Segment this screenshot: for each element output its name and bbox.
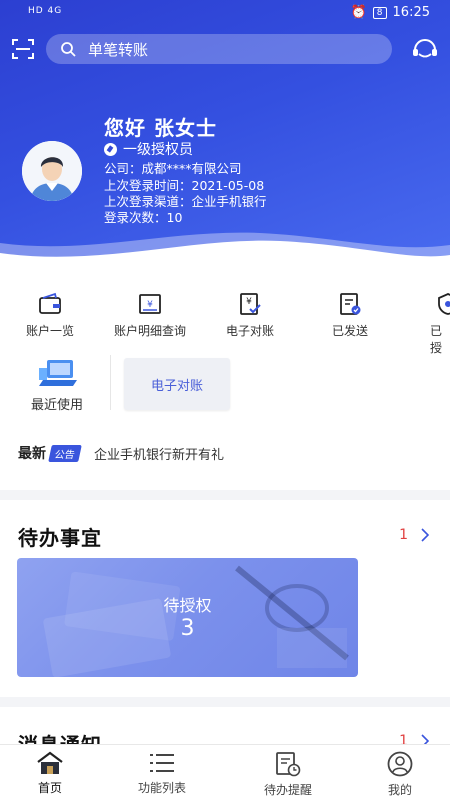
tab-label: 功能列表: [137, 781, 186, 795]
divider: [110, 355, 111, 410]
sent-icon: [340, 293, 361, 315]
svg-text:¥: ¥: [246, 297, 252, 307]
tab-label: 我的: [387, 783, 412, 797]
recent-used-label: 最近使用: [30, 398, 83, 413]
pending-label: 待授权: [163, 596, 212, 615]
tab-home[interactable]: 首页: [0, 751, 106, 796]
status-bar: HD 4G ⏰ 8 16:25: [0, 0, 450, 24]
quick-item-account-overview[interactable]: 账户一览: [0, 288, 100, 339]
quick-item-label: 账户一览: [25, 324, 74, 338]
pen-icon: [104, 142, 117, 156]
todo-count: 1: [399, 527, 408, 543]
profile-icon: [387, 751, 413, 777]
tab-label: 首页: [37, 781, 62, 795]
section-divider: [0, 697, 450, 707]
search-bar[interactable]: 单笔转账: [46, 34, 392, 64]
greeting: 您好 张女士: [104, 116, 217, 140]
chevron-right-icon[interactable]: [420, 528, 430, 542]
customer-service-icon[interactable]: [412, 37, 438, 61]
signal-indicator: HD 4G: [28, 6, 63, 16]
quick-item-sent[interactable]: 已发送: [300, 288, 400, 339]
quick-item-authorized[interactable]: 已授: [400, 288, 450, 356]
news-text: 企业手机银行新开有礼: [94, 447, 225, 463]
hero-wave: [0, 232, 450, 275]
header-hero: HD 4G ⏰ 8 16:25 单笔转账 您好 张女士 一级授权员 公司：成都*…: [0, 0, 450, 275]
laptop-icon: [39, 360, 77, 386]
status-time: 16:25: [392, 5, 430, 20]
role-label: 一级授权员: [104, 139, 193, 159]
login-count: 登录次数：10: [104, 210, 183, 225]
announcement-badge: 公告: [48, 444, 82, 462]
avatar[interactable]: [22, 141, 82, 201]
top-bar: 单笔转账: [0, 34, 450, 64]
quick-item-account-detail[interactable]: ¥ 账户明细查询: [100, 288, 200, 339]
quick-item-label: 已授: [430, 324, 443, 355]
wallet-icon: [39, 292, 61, 314]
user-avatar-icon: [22, 141, 82, 201]
recent-used[interactable]: 最近使用: [22, 358, 92, 413]
home-icon: [37, 751, 63, 774]
quick-menu: 账户一览 ¥ 账户明细查询 ¥ 电子对账 已发送 已授: [0, 288, 450, 355]
tab-function-list[interactable]: 功能列表: [106, 751, 218, 796]
statement-icon: ¥: [139, 294, 161, 314]
svg-text:¥: ¥: [147, 300, 153, 310]
list-icon: [150, 754, 174, 772]
section-divider: [0, 490, 450, 500]
news-tag: 最新: [18, 446, 46, 462]
bottom-tab-bar: 首页 功能列表 待办提醒 我的: [0, 744, 450, 800]
quick-item-label: 账户明细查询: [113, 324, 186, 338]
role-text: 一级授权员: [123, 142, 193, 158]
battery-icon: 8: [372, 6, 387, 19]
pending-count: 3: [180, 616, 195, 641]
reconcile-icon: ¥: [240, 293, 261, 315]
news-ticker[interactable]: 最新 公告 企业手机银行新开有礼: [18, 443, 224, 463]
pending-authorization-card[interactable]: 待授权 3: [17, 558, 358, 677]
scan-icon[interactable]: [12, 38, 34, 60]
todo-title: 待办事宜: [18, 526, 102, 550]
tab-reminders[interactable]: 待办提醒: [232, 751, 344, 798]
search-placeholder: 单笔转账: [88, 40, 149, 59]
search-icon: [61, 42, 76, 57]
reminder-icon: [276, 752, 301, 777]
quick-item-e-reconcile[interactable]: ¥ 电子对账: [200, 288, 300, 339]
tab-label: 待办提醒: [263, 783, 312, 797]
authorized-icon: [438, 293, 450, 315]
quick-item-label: 已发送: [331, 324, 368, 338]
tab-mine[interactable]: 我的: [344, 751, 450, 798]
recent-chip-e-reconcile[interactable]: 电子对账: [124, 358, 230, 410]
alarm-icon: ⏰: [350, 5, 367, 20]
quick-item-label: 电子对账: [225, 324, 274, 338]
